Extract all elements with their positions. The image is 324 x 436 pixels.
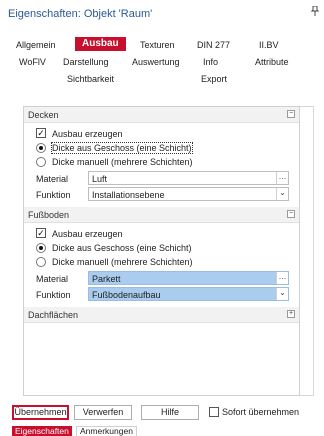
ellipsis-icon[interactable]: … [276, 172, 288, 184]
fussboden-ausbau-label: Ausbau erzeugen [52, 229, 123, 239]
tab-iibv[interactable]: II.BV [259, 39, 279, 53]
fussboden-option-manuell: Dicke manuell (mehrere Schichten) [52, 257, 193, 267]
tab-anmerkungen[interactable]: Anmerkungen [76, 426, 137, 436]
property-tabs: Allgemein Ausbau Texturen DIN 277 II.BV … [12, 36, 310, 100]
decken-funktion-value: Installationsebene [92, 190, 165, 200]
button-bar: Übernehmen Verwerfen Hilfe Sofort überne… [12, 405, 324, 420]
chevron-down-icon[interactable]: ⌄ [276, 288, 288, 300]
tab-ausbau[interactable]: Ausbau [75, 37, 126, 51]
expand-icon[interactable]: + [287, 310, 295, 318]
decken-option-geschoss: Dicke aus Geschoss (eine Schicht) [51, 142, 193, 154]
ellipsis-icon[interactable]: … [276, 272, 288, 284]
fussboden-material-field[interactable]: Parkett … [88, 271, 289, 285]
decken-funktion-select[interactable]: Installationsebene ⌄ [88, 187, 289, 201]
sofort-label: Sofort übernehmen [222, 407, 300, 417]
tab-info[interactable]: Info [203, 56, 218, 70]
collapse-icon[interactable]: − [287, 210, 295, 218]
decken-material-label: Material [36, 174, 69, 184]
fussboden-material-label: Material [36, 274, 69, 284]
tab-darstellung[interactable]: Darstellung [63, 56, 109, 70]
panel-scrollbar[interactable] [300, 106, 314, 396]
fussboden-radio-manuell[interactable] [36, 257, 46, 267]
window-title: Eigenschaften: Objekt 'Raum' [8, 8, 153, 20]
decken-radio-manuell[interactable] [36, 157, 46, 167]
fussboden-funktion-select[interactable]: Fußbodenaufbau ⌄ [88, 287, 289, 301]
tab-export[interactable]: Export [201, 73, 227, 87]
section-decken-title: Decken [28, 110, 59, 120]
verwerfen-button[interactable]: Verwerfen [74, 405, 132, 420]
decken-funktion-label: Funktion [36, 190, 71, 200]
decken-material-field[interactable]: Luft … [88, 171, 289, 185]
decken-material-value: Luft [92, 174, 108, 184]
tab-eigenschaften[interactable]: Eigenschaften [12, 426, 72, 436]
tab-sichtbarkeit[interactable]: Sichtbarkeit [67, 73, 114, 87]
bottom-tabs: Eigenschaften Anmerkungen [12, 426, 324, 436]
decken-ausbau-checkbox[interactable]: ✓ [36, 128, 46, 138]
pin-icon[interactable] [310, 5, 320, 19]
collapse-icon[interactable]: − [287, 110, 295, 118]
section-dachflaechen-title: Dachflächen [28, 310, 79, 320]
fussboden-funktion-value: Fußbodenaufbau [92, 290, 161, 300]
decken-option-manuell: Dicke manuell (mehrere Schichten) [52, 157, 193, 167]
tab-din277[interactable]: DIN 277 [197, 39, 230, 53]
tab-allgemein[interactable]: Allgemein [16, 39, 56, 53]
fussboden-material-value: Parkett [92, 274, 121, 284]
section-fussboden-title: Fußboden [28, 210, 70, 220]
section-dachflaechen-header[interactable]: Dachflächen + [24, 307, 299, 323]
section-fussboden-header[interactable]: Fußboden − [24, 207, 299, 223]
decken-radio-geschoss[interactable] [36, 143, 46, 153]
properties-panel: Decken − ✓ Ausbau erzeugen Dicke aus Ges… [23, 106, 300, 396]
uebernehmen-button[interactable]: Übernehmen [12, 405, 69, 420]
fussboden-ausbau-checkbox[interactable]: ✓ [36, 228, 46, 238]
tab-auswertung[interactable]: Auswertung [132, 56, 180, 70]
hilfe-button[interactable]: Hilfe [141, 405, 199, 420]
decken-ausbau-label: Ausbau erzeugen [52, 129, 123, 139]
tab-attribute[interactable]: Attribute [255, 56, 289, 70]
fussboden-option-geschoss: Dicke aus Geschoss (eine Schicht) [52, 243, 192, 253]
title-bar: Eigenschaften: Objekt 'Raum' [0, 0, 324, 20]
fussboden-funktion-label: Funktion [36, 290, 71, 300]
section-decken-header[interactable]: Decken − [24, 107, 299, 123]
tab-texturen[interactable]: Texturen [140, 39, 175, 53]
tab-wofiv[interactable]: WoFlV [19, 56, 46, 70]
fussboden-radio-geschoss[interactable] [36, 243, 46, 253]
sofort-checkbox[interactable] [209, 407, 219, 417]
chevron-down-icon[interactable]: ⌄ [276, 188, 288, 200]
